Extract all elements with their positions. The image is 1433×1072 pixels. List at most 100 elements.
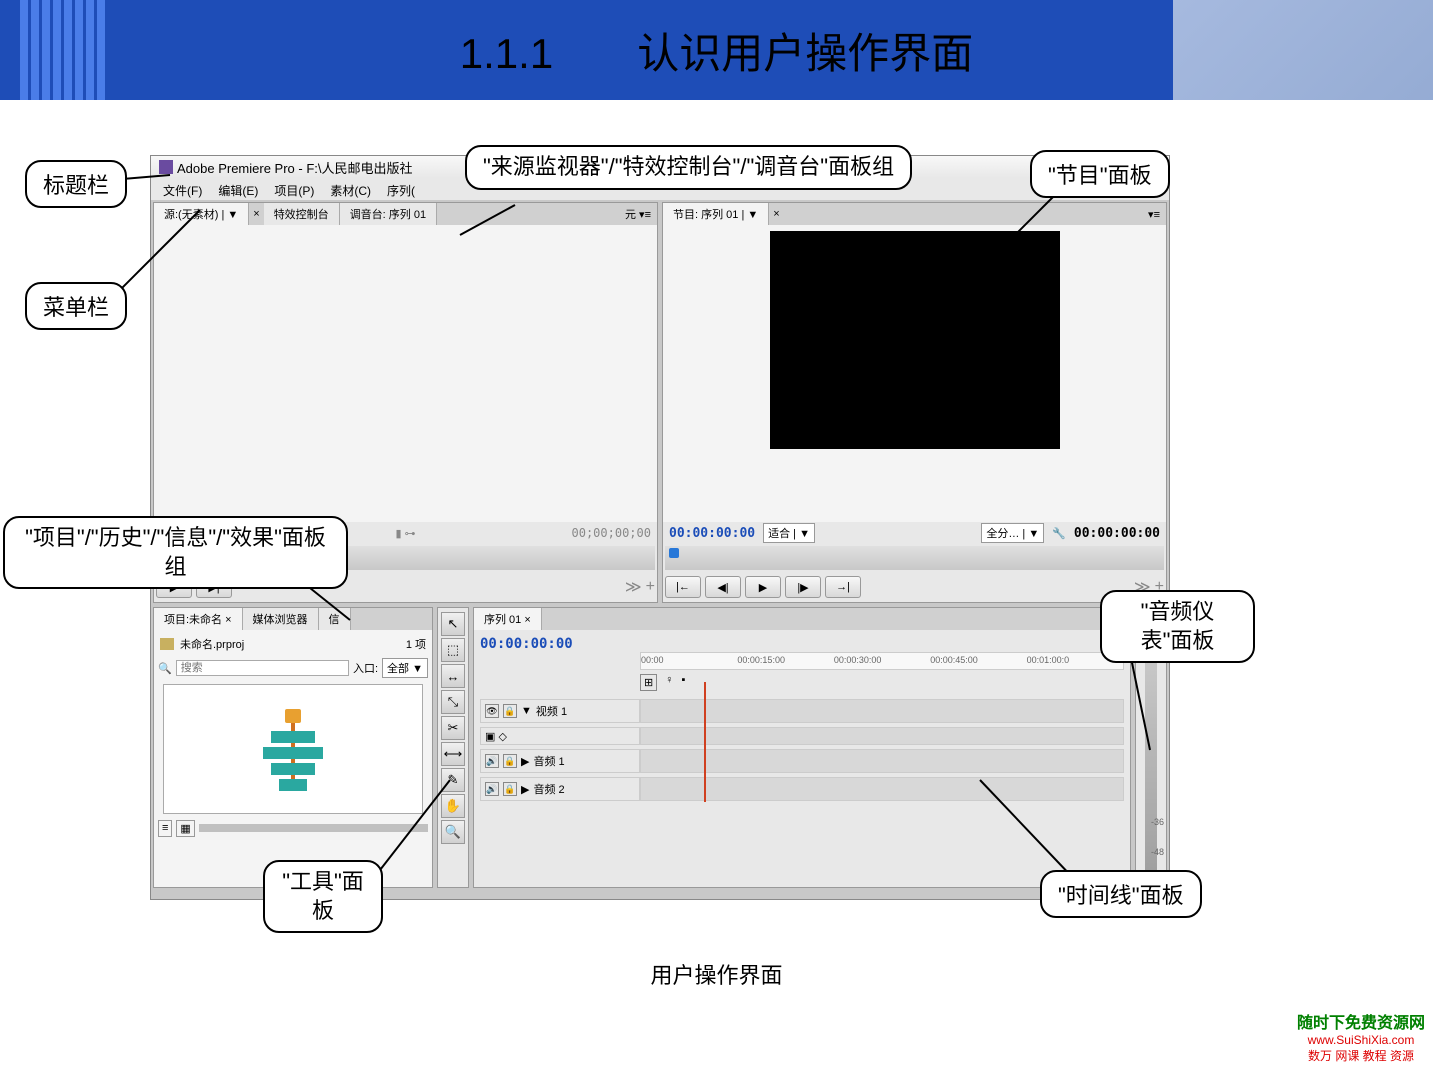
timeline-tc: 00:00:00:00: [480, 636, 573, 652]
selection-tool[interactable]: ↖: [441, 612, 465, 636]
rate-stretch-tool[interactable]: ⤡: [441, 690, 465, 714]
audio-track-1-header[interactable]: 🔊 🔒 ▶ 音频 1: [480, 749, 640, 773]
header-decoration-stripes: [20, 0, 105, 100]
play-button[interactable]: ▶: [745, 576, 781, 598]
menu-edit[interactable]: 编辑(E): [210, 180, 266, 198]
callout-tools-panel: "工具"面板: [263, 860, 383, 933]
program-playhead[interactable]: [669, 548, 679, 558]
program-footer: 00:00:00:00 适合 | ▼ 全分… | ▼ 🔧 00:00:00:00: [663, 522, 1166, 544]
program-tc-left: 00:00:00:00: [669, 526, 755, 541]
audio-track-1: 🔊 🔒 ▶ 音频 1: [480, 749, 1124, 773]
marker-icon[interactable]: ♀: [665, 674, 673, 691]
eye-icon[interactable]: 👁: [485, 704, 499, 718]
callout-audio-meter-panel: "音频仪表"面板: [1100, 590, 1255, 663]
ruler-mark: 00:00:30:00: [834, 655, 930, 667]
list-view-icon[interactable]: ≡: [158, 820, 172, 837]
full-dropdown[interactable]: 全分… | ▼: [981, 523, 1044, 543]
source-plus-icon[interactable]: +: [646, 578, 655, 596]
tab-media-browser[interactable]: 媒体浏览器: [243, 608, 319, 630]
playhead-line[interactable]: [704, 682, 706, 802]
project-file-icon: [160, 638, 174, 650]
audio-track-2-label: 音频 2: [533, 781, 564, 797]
tab-effects-control[interactable]: 特效控制台: [264, 203, 340, 225]
speaker-icon[interactable]: 🔊: [485, 754, 499, 768]
program-menu-icon[interactable]: ▾≡: [1142, 208, 1166, 221]
app-icon: [159, 160, 173, 174]
program-preview: [770, 231, 1060, 449]
pen-tool[interactable]: ✎: [441, 768, 465, 792]
goto-out-button[interactable]: →|: [825, 576, 861, 598]
watermark: 随时下免费资源网 www.SuiShiXia.com 数万 网课 教程 资源: [1297, 1009, 1425, 1064]
tab-program[interactable]: 节目: 序列 01 | ▼: [663, 203, 769, 225]
slide-title: 1.1.1 认识用户操作界面: [460, 20, 973, 81]
zoom-slider[interactable]: [199, 824, 428, 832]
razor-tool[interactable]: ✂: [441, 716, 465, 740]
project-search-input[interactable]: [176, 660, 349, 676]
timeline-panel: 序列 01 × ▾≡ 00:00:00:00 00:00 00:00:15:00…: [473, 607, 1131, 888]
meter-label: -36: [1151, 817, 1164, 827]
tab-source[interactable]: 源:(无素材) | ▼: [154, 203, 249, 225]
tab-sequence[interactable]: 序列 01 ×: [474, 608, 542, 630]
source-tc-right: 00;00;00;00: [572, 526, 651, 540]
zoom-tool[interactable]: 🔍: [441, 820, 465, 844]
tab-source-close[interactable]: ×: [249, 208, 263, 220]
menu-project[interactable]: 项目(P): [266, 180, 322, 198]
video-track-1-label: 视频 1: [536, 703, 567, 719]
menu-file[interactable]: 文件(F): [155, 180, 210, 198]
video-track-1-content[interactable]: [640, 699, 1124, 723]
unit-dropdown[interactable]: 元 ▾≡: [619, 206, 657, 222]
hand-tool[interactable]: ✋: [441, 794, 465, 818]
search-icon: 🔍: [158, 662, 172, 675]
wrench-icon[interactable]: 🔧: [1052, 527, 1066, 540]
callout-program-panel: "节目"面板: [1030, 150, 1170, 198]
ruler-mark: 00:00:15:00: [737, 655, 833, 667]
video-track-1-fx-content[interactable]: [640, 727, 1124, 745]
meter-label: -48: [1151, 847, 1164, 857]
project-filename: 未命名.prproj: [180, 636, 244, 652]
program-scrubber[interactable]: [665, 546, 1164, 570]
project-panel: 项目:未命名 × 媒体浏览器 信 未命名.prproj 1 项 🔍 入口: 全部…: [153, 607, 433, 888]
step-back-button[interactable]: ◀|: [705, 576, 741, 598]
menu-clip[interactable]: 素材(C): [322, 180, 379, 198]
source-more-icon[interactable]: ≫: [625, 577, 642, 597]
source-tabs: 源:(无素材) | ▼ × 特效控制台 调音台: 序列 01 元 ▾≡: [154, 203, 657, 225]
project-preview[interactable]: [163, 684, 423, 814]
audio-track-2-header[interactable]: 🔊 🔒 ▶ 音频 2: [480, 777, 640, 801]
tab-program-close[interactable]: ×: [769, 208, 783, 220]
program-controls: |← ◀| ▶ |▶ →| ≫ +: [663, 572, 1166, 602]
lock-icon[interactable]: 🔒: [503, 704, 517, 718]
callout-menu-bar: 菜单栏: [25, 282, 127, 330]
tag-icon[interactable]: ▪: [681, 674, 685, 691]
ripple-edit-tool[interactable]: ↔: [441, 664, 465, 688]
timeline-body: 00:00:00:00 00:00 00:00:15:00 00:00:30:0…: [474, 630, 1130, 887]
project-body: 未命名.prproj 1 项 🔍 入口: 全部 ▼: [154, 630, 432, 887]
tab-info[interactable]: 信: [319, 608, 351, 630]
callout-timeline-panel: "时间线"面板: [1040, 870, 1202, 918]
lock-icon[interactable]: 🔒: [503, 754, 517, 768]
fit-dropdown[interactable]: 适合 | ▼: [763, 523, 815, 543]
project-item-count: 1 项: [406, 636, 426, 652]
audio-track-1-label: 音频 1: [533, 753, 564, 769]
lock-icon[interactable]: 🔒: [503, 782, 517, 796]
source-viewer: [154, 225, 657, 522]
video-track-1-header[interactable]: 👁 🔒 ▼ 视频 1: [480, 699, 640, 723]
audio-track-2-content[interactable]: [640, 777, 1124, 801]
tab-audio-mixer[interactable]: 调音台: 序列 01: [340, 203, 437, 225]
speaker-icon[interactable]: 🔊: [485, 782, 499, 796]
video-track-1-fx-header[interactable]: ▣ ◇: [480, 727, 640, 745]
tab-project[interactable]: 项目:未命名 ×: [154, 608, 243, 630]
program-monitor-panel: 节目: 序列 01 | ▼ × ▾≡ 00:00:00:00 适合 | ▼ 全分…: [662, 202, 1167, 603]
track-select-tool[interactable]: ⬚: [441, 638, 465, 662]
menu-sequence[interactable]: 序列(: [379, 180, 423, 198]
program-tc-right: 00:00:00:00: [1074, 526, 1160, 541]
timeline-ruler[interactable]: 00:00 00:00:15:00 00:00:30:00 00:00:45:0…: [640, 652, 1124, 670]
step-forward-button[interactable]: |▶: [785, 576, 821, 598]
slip-tool[interactable]: ⟷: [441, 742, 465, 766]
timeline-tabs: 序列 01 × ▾≡: [474, 608, 1130, 630]
snap-icon[interactable]: ⊞: [640, 674, 657, 691]
icon-view-icon[interactable]: ▦: [176, 820, 194, 837]
entry-dropdown[interactable]: 全部 ▼: [382, 658, 428, 678]
goto-in-button[interactable]: |←: [665, 576, 701, 598]
project-file-item[interactable]: 未命名.prproj 1 项: [158, 634, 428, 654]
audio-track-1-content[interactable]: [640, 749, 1124, 773]
